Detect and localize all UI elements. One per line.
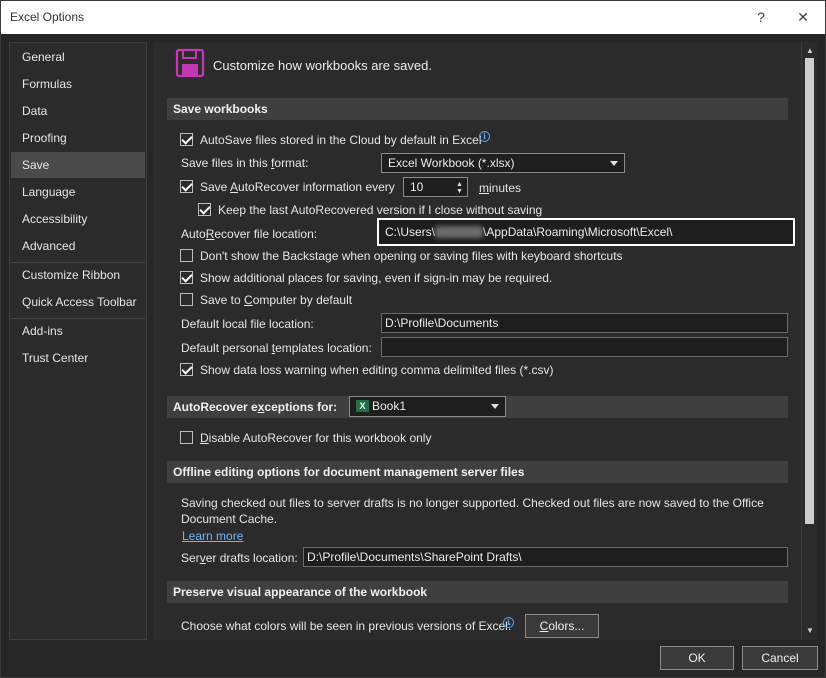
title-bar: Excel Options ? ✕ <box>1 1 825 34</box>
keep-last-checkbox[interactable] <box>198 203 211 216</box>
server-drafts-label: Server drafts location: <box>181 551 298 565</box>
nav-item-language[interactable]: Language <box>11 179 145 205</box>
nav-item-add-ins[interactable]: Add-ins <box>11 318 145 344</box>
nav-item-general[interactable]: General <box>11 44 145 70</box>
excel-icon: X <box>356 400 369 412</box>
offline-notice: Saving checked out files to server draft… <box>181 496 764 526</box>
keep-last-label: Keep the last AutoRecovered version if I… <box>218 203 543 217</box>
section-save-workbooks: Save workbooks <box>167 98 788 120</box>
colors-button[interactable]: Colors... <box>525 614 599 638</box>
autorecover-location-label: AutoRecover file location: <box>181 227 318 241</box>
cancel-button[interactable]: Cancel <box>742 646 818 670</box>
backstage-label: Don't show the Backstage when opening or… <box>200 249 623 263</box>
nav-item-quick-access-toolbar[interactable]: Quick Access Toolbar <box>11 289 145 315</box>
stepper-arrows[interactable]: ▲ ▼ <box>456 179 464 195</box>
nav-item-accessibility[interactable]: Accessibility <box>11 206 145 232</box>
info-icon[interactable]: i <box>503 617 514 628</box>
colors-label: Choose what colors will be seen in previ… <box>181 619 512 633</box>
ok-button[interactable]: OK <box>660 646 734 670</box>
nav-item-customize-ribbon[interactable]: Customize Ribbon <box>11 262 145 288</box>
content-scrollbar[interactable]: ▲ ▼ <box>801 42 817 640</box>
nav-item-data[interactable]: Data <box>11 98 145 124</box>
templates-field[interactable] <box>381 337 788 357</box>
section-preserve-visual: Preserve visual appearance of the workbo… <box>167 581 788 603</box>
save-icon <box>175 48 205 78</box>
exceptions-workbook-select[interactable]: X Book1 <box>349 396 506 417</box>
nav-item-trust-center[interactable]: Trust Center <box>11 345 145 371</box>
info-icon[interactable]: i <box>479 131 490 142</box>
scroll-up-icon[interactable]: ▲ <box>805 46 815 56</box>
window-title: Excel Options <box>10 10 85 24</box>
additional-places-label: Show additional places for saving, even … <box>200 271 553 285</box>
excel-options-dialog: Excel Options ? ✕ General Formulas Data … <box>0 0 826 678</box>
default-local-label: Default local file location: <box>181 317 314 331</box>
autorecover-label: Save AutoRecover information every <box>200 180 395 194</box>
redacted-username <box>435 226 484 238</box>
backstage-checkbox[interactable] <box>180 249 193 262</box>
minutes-label: minutes <box>479 181 522 195</box>
autorecover-minutes-stepper[interactable]: 10 ▲ ▼ <box>403 177 468 197</box>
section-offline-editing: Offline editing options for document man… <box>167 461 788 483</box>
autorecover-location-field[interactable]: C:\Users\ \AppData\Roaming\Microsoft\Exce… <box>377 218 795 246</box>
additional-places-checkbox[interactable] <box>180 271 193 284</box>
autorecover-checkbox[interactable] <box>180 180 193 193</box>
disable-autorecover-label: Disable AutoRecover for this workbook on… <box>200 431 432 445</box>
save-to-computer-checkbox[interactable] <box>180 293 193 306</box>
nav-item-save[interactable]: Save <box>11 152 145 178</box>
scrollbar-thumb[interactable] <box>805 58 814 524</box>
options-nav: General Formulas Data Proofing Save Lang… <box>9 42 147 640</box>
format-label: Save files in this format: <box>181 156 309 170</box>
data-loss-label: Show data loss warning when editing comm… <box>200 363 554 377</box>
nav-item-advanced[interactable]: Advanced <box>11 233 145 259</box>
scroll-down-icon[interactable]: ▼ <box>805 626 815 636</box>
chevron-down-icon <box>610 161 618 166</box>
data-loss-checkbox[interactable] <box>180 363 193 376</box>
nav-item-formulas[interactable]: Formulas <box>11 71 145 97</box>
page-header-text: Customize how workbooks are saved. <box>213 58 432 73</box>
close-button[interactable]: ✕ <box>791 6 815 28</box>
save-options-panel: Customize how workbooks are saved. Save … <box>153 42 801 640</box>
templates-label: Default personal templates location: <box>181 341 372 355</box>
autosave-label: AutoSave files stored in the Cloud by de… <box>200 133 482 147</box>
save-format-select[interactable]: Excel Workbook (*.xlsx) <box>381 153 625 173</box>
learn-more-link[interactable]: Learn more <box>182 529 243 543</box>
chevron-down-icon <box>491 404 499 409</box>
server-drafts-field[interactable]: D:\Profile\Documents\SharePoint Drafts\ <box>303 547 788 567</box>
save-to-computer-label: Save to Computer by default <box>200 293 353 307</box>
nav-item-proofing[interactable]: Proofing <box>11 125 145 151</box>
autosave-checkbox[interactable] <box>180 133 193 146</box>
default-local-field[interactable]: D:\Profile\Documents <box>381 313 788 333</box>
help-button[interactable]: ? <box>749 6 773 28</box>
disable-autorecover-checkbox[interactable] <box>180 431 193 444</box>
